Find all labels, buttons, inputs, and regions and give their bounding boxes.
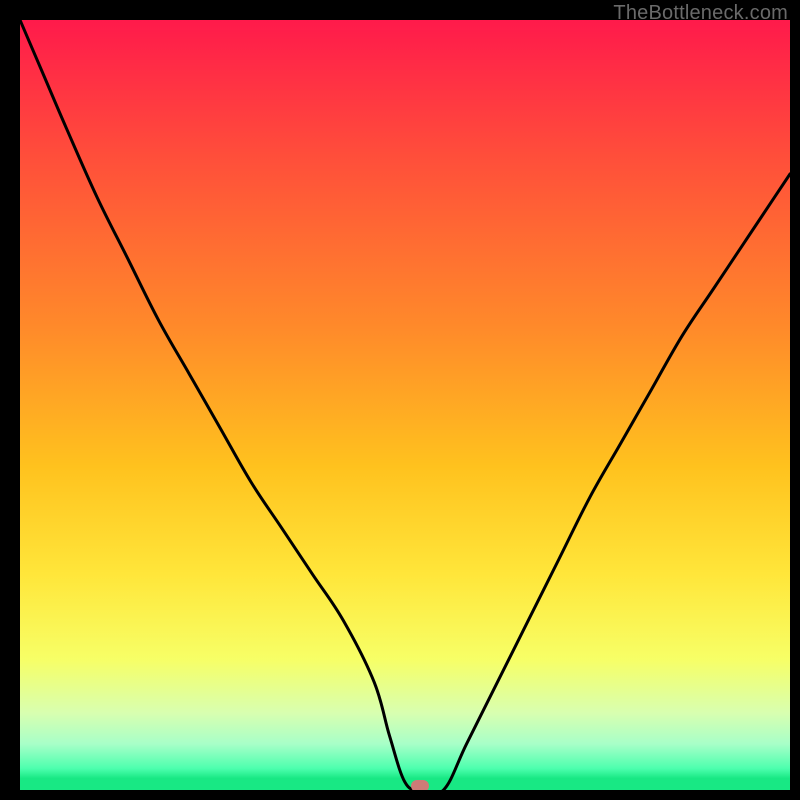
chart-stage: TheBottleneck.com xyxy=(0,0,800,800)
plot-area xyxy=(20,20,790,790)
watermark-text: TheBottleneck.com xyxy=(613,2,788,25)
bottleneck-curve xyxy=(20,20,790,790)
optimal-point-marker xyxy=(411,780,429,790)
